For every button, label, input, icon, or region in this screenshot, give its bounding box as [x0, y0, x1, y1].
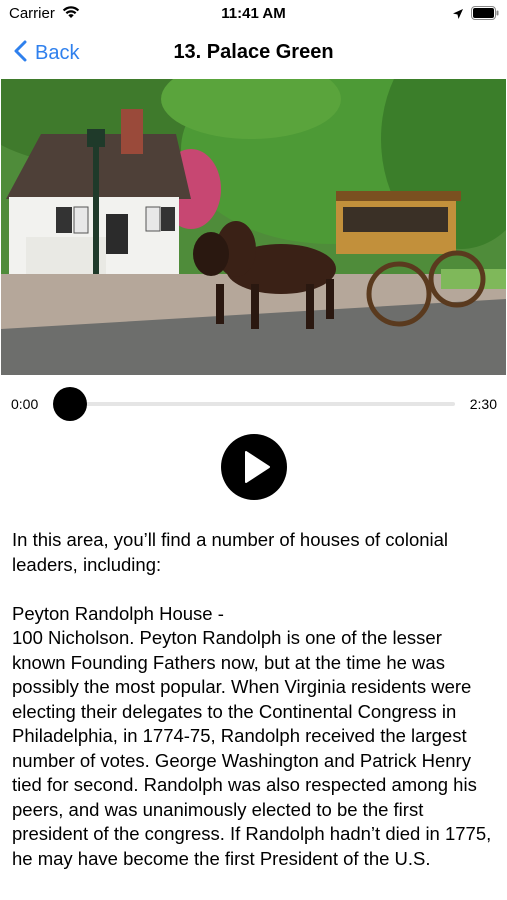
battery-icon — [471, 6, 499, 25]
play-button[interactable] — [221, 434, 287, 500]
description-intro: In this area, you’ll find a number of ho… — [12, 529, 449, 575]
house-heading: Peyton Randolph House - — [12, 602, 224, 624]
play-icon — [245, 451, 270, 483]
location-description: In this area, you’ll find a number of ho… — [12, 528, 500, 871]
location-photo — [1, 79, 506, 375]
description-body: Peyton Randolph House - 100 Nicholson. P… — [12, 602, 500, 872]
status-bar: Carrier 11:41 AM — [0, 0, 507, 28]
total-duration: 2:30 — [469, 396, 497, 412]
elapsed-time: 0:00 — [11, 396, 39, 412]
location-arrow-icon — [452, 7, 464, 25]
progress-slider-thumb[interactable] — [53, 387, 87, 421]
page-title: 13. Palace Green — [173, 41, 334, 63]
clock: 11:41 AM — [221, 5, 286, 22]
progress-slider[interactable] — [70, 402, 455, 406]
house-details: 100 Nicholson. Peyton Randolph is one of… — [12, 627, 492, 869]
navigation-bar: Back 13. Palace Green — [0, 28, 507, 78]
